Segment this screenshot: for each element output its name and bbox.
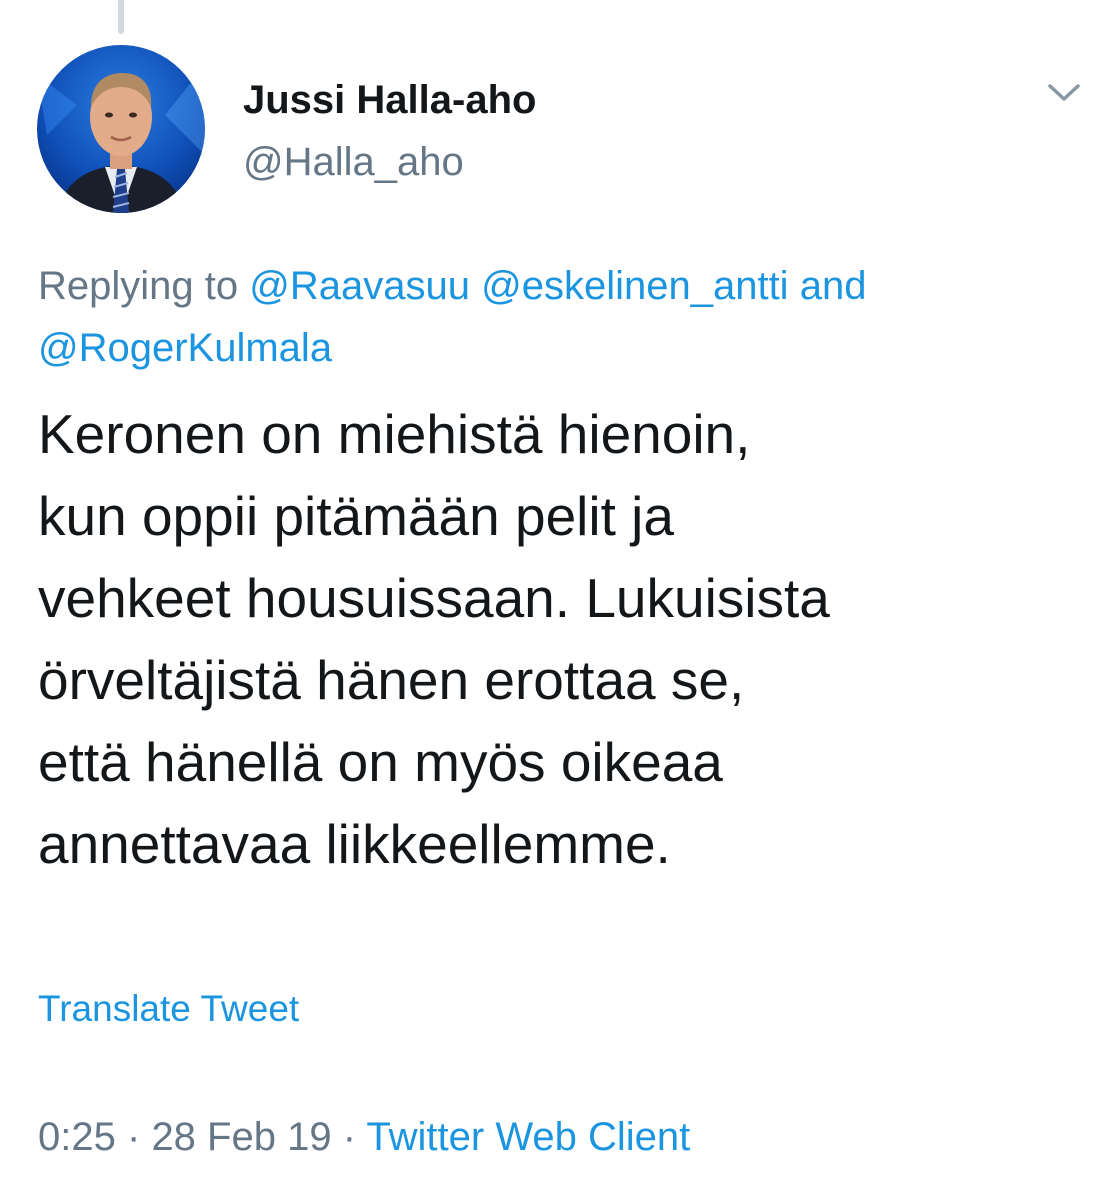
tweet-text-line: örveltäjistä hänen erottaa se, [38, 649, 745, 711]
user-handle[interactable]: @Halla_aho [243, 140, 464, 185]
avatar[interactable] [37, 45, 205, 213]
chevron-down-icon[interactable] [1046, 78, 1082, 106]
meta-separator: · [342, 1115, 357, 1159]
replying-to: Replying to @Raavasuu @eskelinen_antti a… [38, 255, 1088, 379]
thread-connector-line [118, 0, 124, 34]
translate-tweet-link[interactable]: Translate Tweet [38, 988, 299, 1030]
replying-to-label: Replying to [38, 264, 239, 308]
tweet-text-line: vehkeet housuissaan. Lukuisista [38, 567, 830, 629]
mention-link[interactable]: @RogerKulmala [38, 326, 332, 370]
tweet-time[interactable]: 0:25 [38, 1115, 116, 1159]
display-name[interactable]: Jussi Halla-aho [243, 78, 536, 123]
tweet-metadata: 0:25 · 28 Feb 19 · Twitter Web Client [38, 1115, 690, 1160]
mention-conjunction[interactable]: and [800, 264, 867, 308]
tweet-text-line: Keronen on miehistä hienoin, [38, 403, 751, 465]
tweet-text-line: että hänellä on myös oikeaa [38, 731, 723, 793]
profile-photo [37, 45, 205, 213]
meta-separator: · [126, 1115, 141, 1159]
tweet-text: Keronen on miehistä hienoin, kun oppii p… [38, 393, 1098, 885]
tweet-source-link[interactable]: Twitter Web Client [366, 1115, 690, 1159]
tweet-text-line: kun oppii pitämään pelit ja [38, 485, 674, 547]
mention-link[interactable]: @Raavasuu [249, 264, 470, 308]
mention-link[interactable]: @eskelinen_antti [481, 264, 788, 308]
tweet-text-line: annettavaa liikkeellemme. [38, 813, 671, 875]
tweet-date[interactable]: 28 Feb 19 [151, 1115, 331, 1159]
